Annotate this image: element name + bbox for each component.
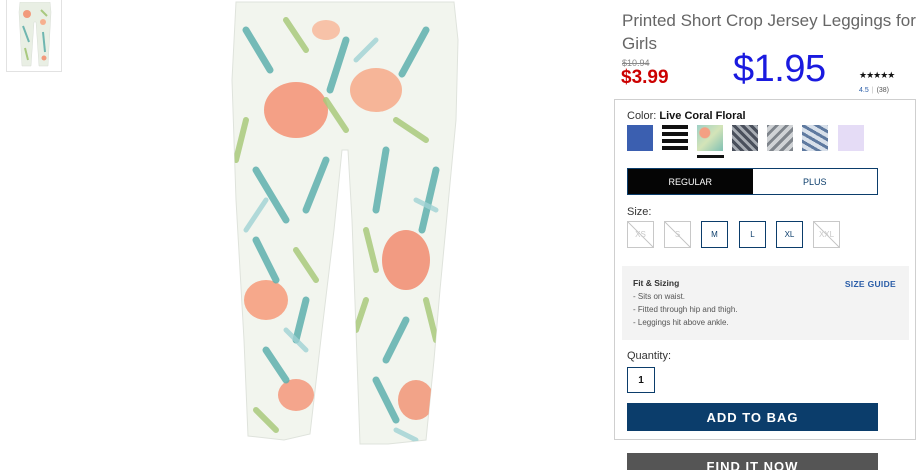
quantity-input[interactable]: 1 xyxy=(627,367,655,393)
fit-type-tabs: REGULAR PLUS xyxy=(627,168,878,195)
swatch-black-stripe[interactable] xyxy=(662,125,688,151)
tab-plus[interactable]: PLUS xyxy=(753,169,878,194)
swatch-grey-floral-light[interactable] xyxy=(767,125,793,151)
rating-summary[interactable]: 4.5 | (38) xyxy=(859,87,889,94)
color-label: Color: Live Coral Floral xyxy=(627,110,746,122)
size-label: Size: xyxy=(627,206,652,218)
size-xl-button[interactable]: XL xyxy=(776,221,803,248)
fit-notes-list: - Sits on waist. - Fitted through hip an… xyxy=(633,290,909,329)
rating-value: 4.5 xyxy=(859,87,869,94)
rating-separator: | xyxy=(871,87,874,94)
review-count: (38) xyxy=(876,87,890,94)
find-it-now-button[interactable]: FIND IT NOW xyxy=(627,453,878,470)
quantity-label: Quantity: xyxy=(627,350,672,362)
size-s-button[interactable]: S xyxy=(664,221,691,248)
color-label-text: Color: xyxy=(627,110,657,122)
size-xs-button[interactable]: XS xyxy=(627,221,654,248)
swatch-blue[interactable] xyxy=(627,125,653,151)
selected-color-name: Live Coral Floral xyxy=(659,110,746,122)
add-to-bag-button[interactable]: ADD TO BAG xyxy=(627,403,878,431)
panel-divider xyxy=(614,439,916,440)
size-guide-link[interactable]: SIZE GUIDE xyxy=(845,279,896,289)
size-m-button[interactable]: M xyxy=(701,221,728,248)
size-l-button[interactable]: L xyxy=(739,221,766,248)
swatch-lavender[interactable] xyxy=(838,125,864,151)
size-xxl-button[interactable]: XXL xyxy=(813,221,840,248)
tab-regular[interactable]: REGULAR xyxy=(628,169,753,194)
product-thumbnail[interactable] xyxy=(6,0,62,72)
swatch-grey-floral-dark[interactable] xyxy=(732,125,758,151)
selected-swatch-indicator xyxy=(697,155,724,158)
fit-note: - Fitted through hip and thigh. xyxy=(633,305,738,314)
rating-stars-icon[interactable]: ★★★★★ xyxy=(859,70,895,81)
fit-note: - Sits on waist. xyxy=(633,292,686,301)
swatch-blue-floral[interactable] xyxy=(802,125,828,151)
swatch-live-coral-floral[interactable] xyxy=(697,125,723,151)
sale-price: $3.99 xyxy=(621,67,669,88)
overlay-price-annotation: $1.95 xyxy=(733,48,826,90)
fit-note: - Leggings hit above ankle. xyxy=(633,318,729,327)
product-main-image xyxy=(226,0,466,448)
fit-sizing-box: Fit & Sizing SIZE GUIDE - Sits on waist.… xyxy=(622,266,909,340)
leggings-thumbnail-image xyxy=(18,2,52,67)
